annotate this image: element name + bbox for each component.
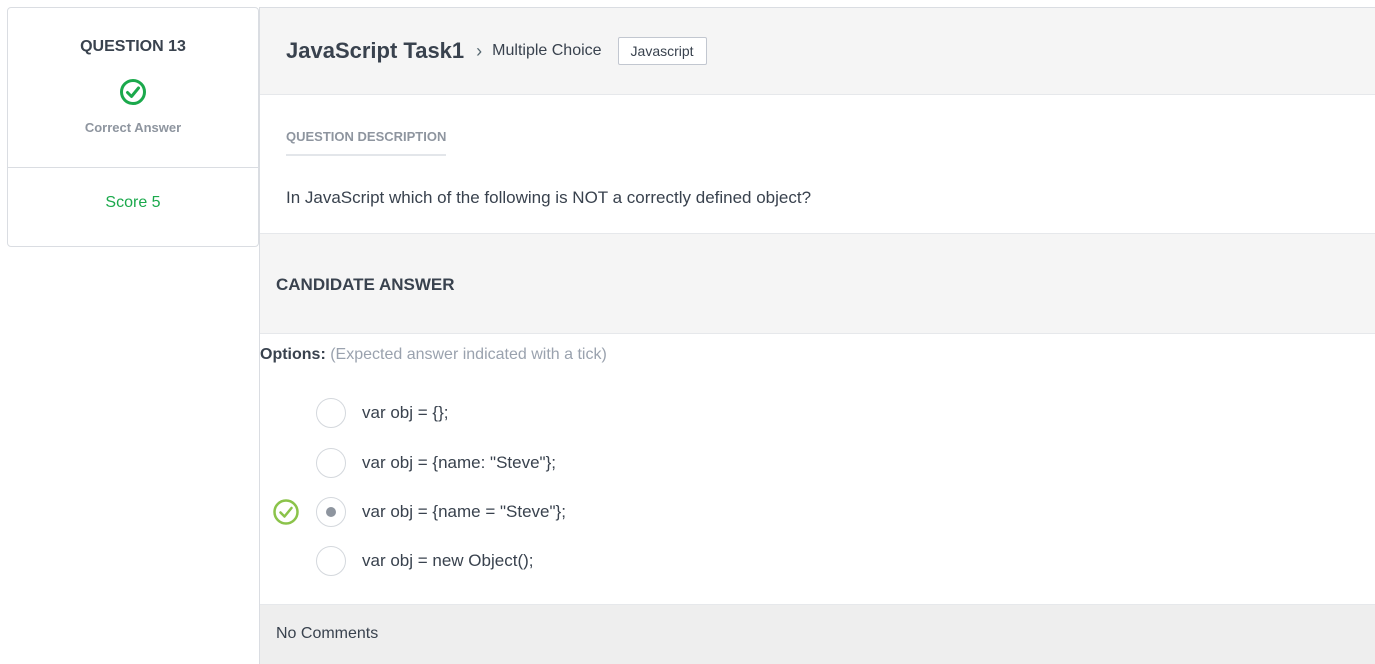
comments-text: No Comments (276, 625, 379, 642)
option-radio-selected (316, 497, 346, 527)
question-status-panel: QUESTION 13 Correct Answer (8, 8, 258, 168)
option-row: var obj = {name = "Steve"}; (316, 496, 566, 528)
candidate-answer-header: CANDIDATE ANSWER (260, 234, 1375, 334)
options-label-title: Options: (260, 346, 326, 363)
description-heading: QUESTION DESCRIPTION (286, 129, 447, 156)
option-radio (316, 398, 346, 428)
option-radio (316, 448, 346, 478)
breadcrumb: JavaScript Task1 › Multiple Choice Javas… (286, 37, 707, 65)
question-summary-card: QUESTION 13 Correct Answer Score 5 (7, 7, 259, 247)
option-text: var obj = {name: "Steve"}; (362, 453, 556, 472)
breadcrumb-separator-icon: › (476, 40, 483, 61)
status-label: Correct Answer (84, 120, 182, 135)
language-badge: Javascript (617, 37, 707, 65)
question-type: Multiple Choice (492, 42, 602, 59)
question-description-section: QUESTION DESCRIPTION In JavaScript which… (260, 95, 1375, 234)
option-text: var obj = {}; (362, 403, 449, 422)
question-number: QUESTION 13 (80, 38, 186, 55)
option-row: var obj = {}; (316, 397, 448, 429)
comments-bar: No Comments (260, 604, 1375, 664)
option-row: var obj = new Object(); (316, 545, 534, 577)
expected-answer-tick-icon (273, 499, 299, 525)
options-hint: (Expected answer indicated with a tick) (330, 346, 607, 363)
correct-status-icon-wrapper (8, 78, 258, 106)
option-radio (316, 546, 346, 576)
task-title: JavaScript Task1 (286, 38, 465, 63)
description-text: In JavaScript which of the following is … (286, 188, 812, 207)
candidate-answer-heading: CANDIDATE ANSWER (276, 275, 455, 294)
option-text: var obj = {name = "Steve"}; (362, 502, 566, 521)
options-label: Options: (Expected answer indicated with… (260, 346, 607, 364)
question-main-panel: JavaScript Task1 › Multiple Choice Javas… (259, 7, 1375, 664)
options-area: Options: (Expected answer indicated with… (260, 334, 1375, 605)
score-text: Score 5 (105, 194, 161, 211)
question-header: JavaScript Task1 › Multiple Choice Javas… (260, 8, 1375, 95)
option-row: var obj = {name: "Steve"}; (316, 447, 556, 479)
option-text: var obj = new Object(); (362, 551, 534, 570)
check-circle-icon (120, 79, 146, 105)
